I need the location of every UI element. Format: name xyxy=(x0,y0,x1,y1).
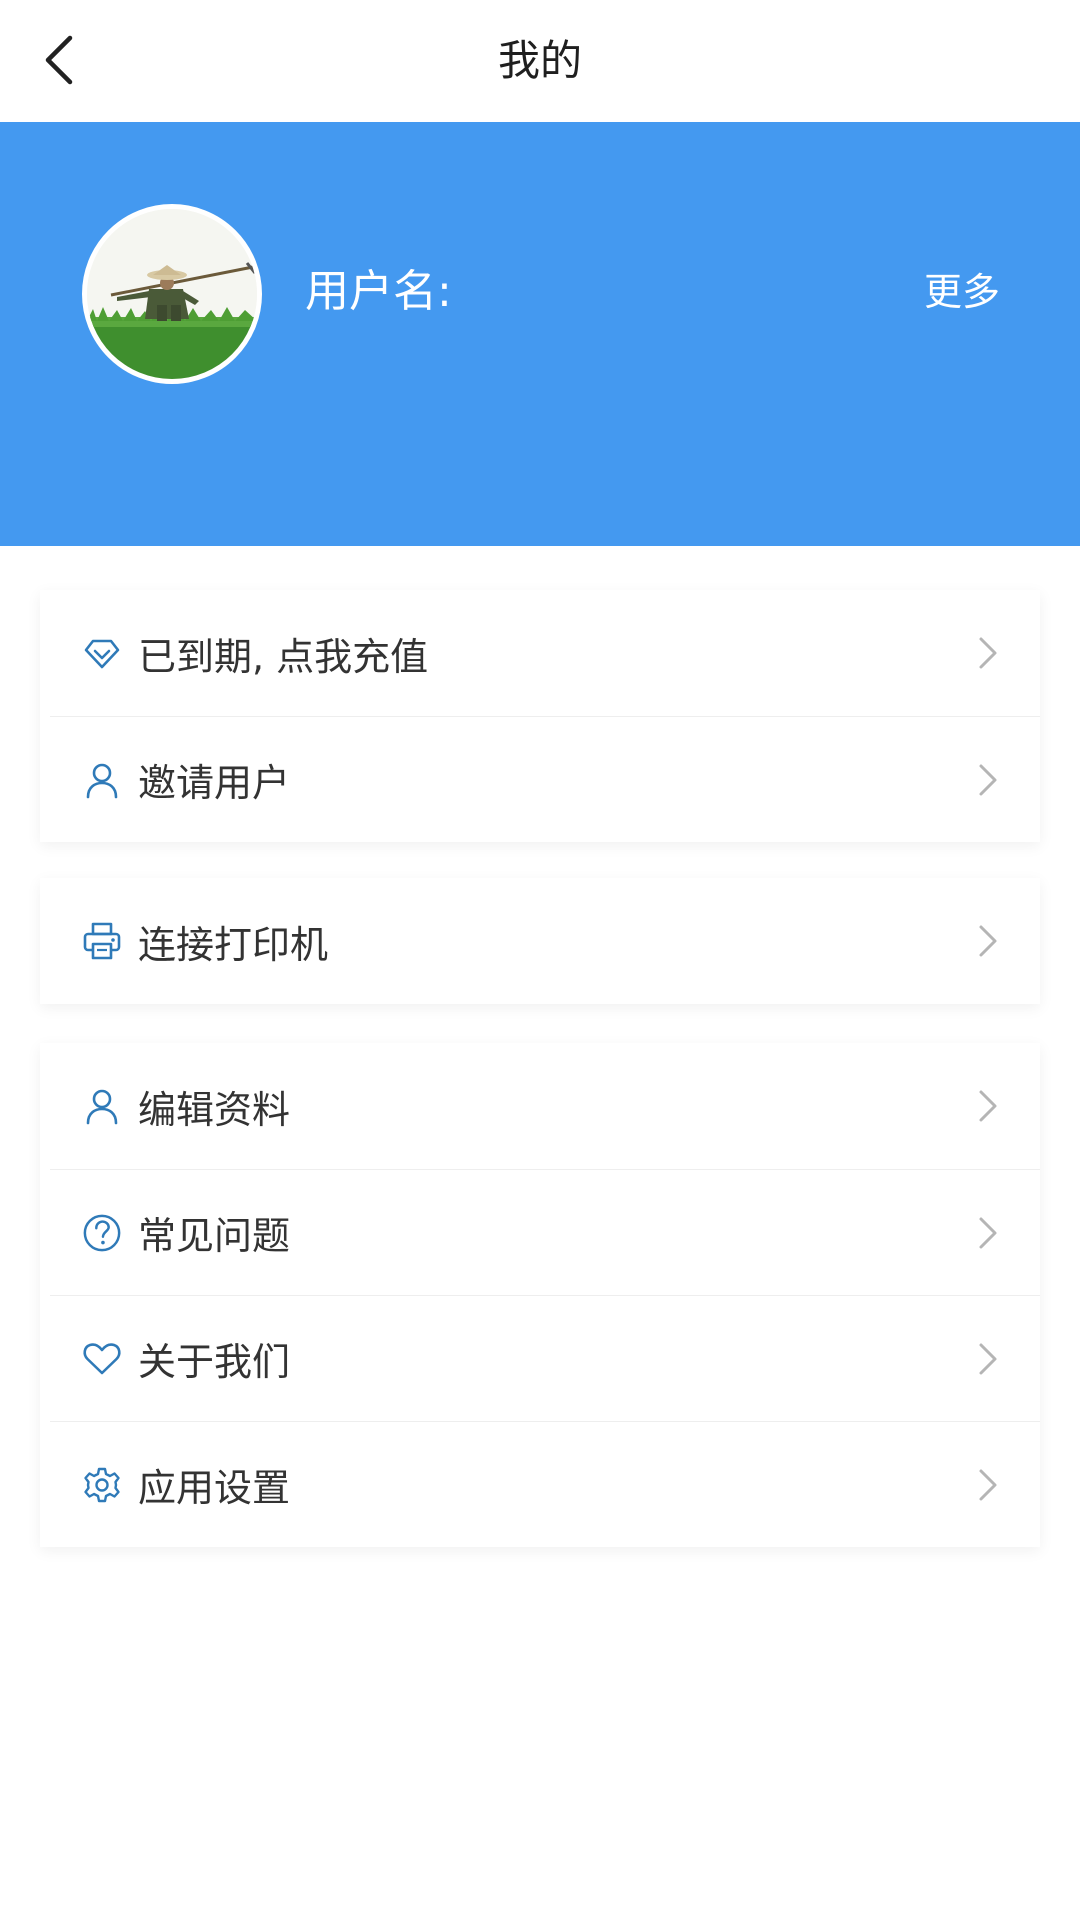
menu-item-invite-user[interactable]: 邀请用户 xyxy=(50,716,1040,842)
menu-item-about-us[interactable]: 关于我们 xyxy=(50,1295,1040,1421)
menu-item-label: 编辑资料 xyxy=(138,1087,291,1132)
menu-item-label: 常见问题 xyxy=(138,1214,291,1258)
menu-item-label: 邀请用户 xyxy=(138,761,291,805)
question-circle-icon xyxy=(82,1213,122,1253)
page-title: 我的 xyxy=(497,36,582,85)
menu-card-printer: 连接打印机 xyxy=(40,878,1040,1004)
farmer-photo-avatar xyxy=(87,209,257,379)
chevron-right-icon xyxy=(974,921,1002,961)
diamond-icon xyxy=(82,633,122,673)
menu-item-label: 应用设置 xyxy=(138,1466,291,1510)
menu-card-general: 编辑资料 常见问题 关于我们 应用设置 xyxy=(40,1043,1040,1547)
menu-item-label: 关于我们 xyxy=(138,1340,291,1384)
chevron-right-icon xyxy=(974,1339,1002,1379)
menu-item-faq[interactable]: 常见问题 xyxy=(50,1169,1040,1295)
chevron-right-icon xyxy=(974,1086,1002,1126)
menu-item-label: 已到期, 点我充值 xyxy=(138,634,429,679)
chevron-right-icon xyxy=(974,1213,1002,1253)
profile-header: 用户名: 更多 xyxy=(0,122,1080,546)
menu-item-edit-profile[interactable]: 编辑资料 xyxy=(40,1043,1040,1169)
menu-item-label: 连接打印机 xyxy=(138,922,329,967)
username-label: 用户名: xyxy=(305,266,452,317)
chevron-right-icon xyxy=(974,760,1002,800)
printer-icon xyxy=(82,921,122,961)
chevron-right-icon xyxy=(974,633,1002,673)
menu-item-app-settings[interactable]: 应用设置 xyxy=(50,1421,1040,1547)
top-nav-bar: 我的 xyxy=(0,0,1080,122)
user-icon xyxy=(82,1086,122,1126)
more-link[interactable]: 更多 xyxy=(924,266,1000,318)
gear-icon xyxy=(82,1465,122,1505)
chevron-right-icon xyxy=(974,1465,1002,1505)
user-icon xyxy=(82,760,122,800)
menu-item-recharge[interactable]: 已到期, 点我充值 xyxy=(40,590,1040,716)
heart-icon xyxy=(82,1339,122,1379)
menu-item-connect-printer[interactable]: 连接打印机 xyxy=(40,878,1040,1004)
avatar[interactable] xyxy=(82,204,262,384)
menu-card-account: 已到期, 点我充值 邀请用户 xyxy=(40,590,1040,842)
